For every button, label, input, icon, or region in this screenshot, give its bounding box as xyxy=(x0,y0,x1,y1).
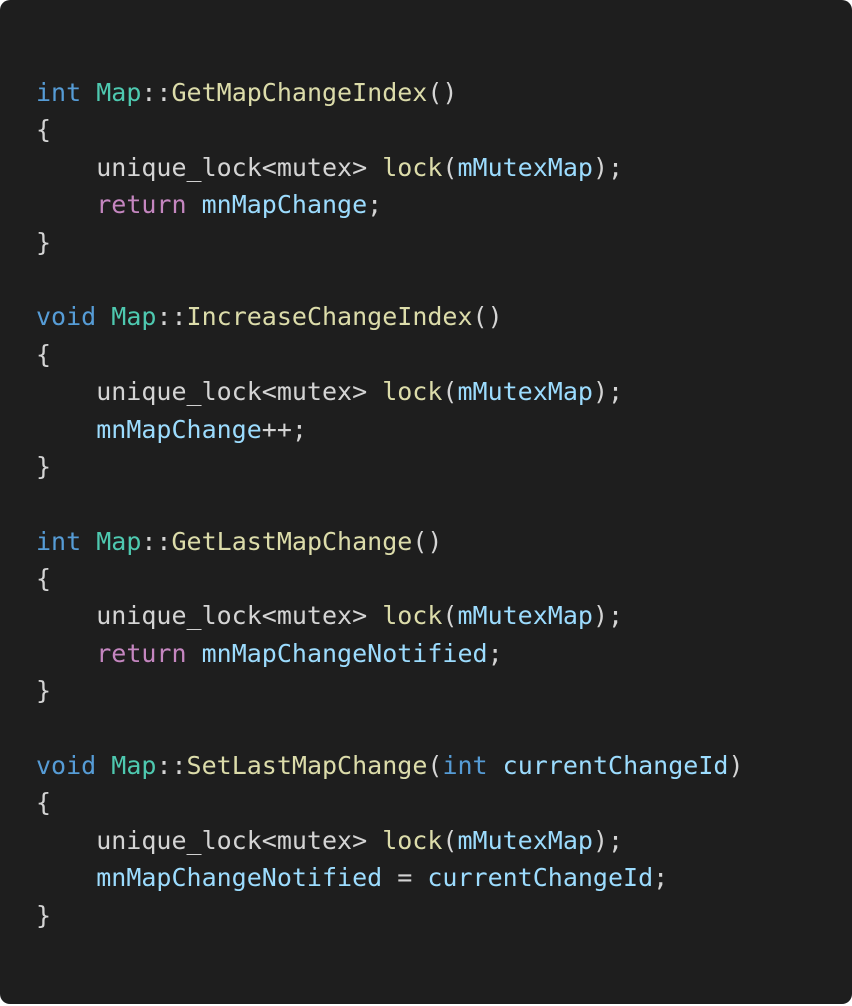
code-token-func: lock xyxy=(382,825,443,855)
code-token-var: mMutexMap xyxy=(457,377,593,407)
code-token-plain: ; xyxy=(653,863,669,893)
code-token-plain: ++; xyxy=(261,414,307,444)
code-token-plain: } xyxy=(36,227,52,257)
code-token-type: Map xyxy=(111,751,157,781)
code-token-func: IncreaseChangeIndex xyxy=(186,302,473,332)
code-token-func: lock xyxy=(382,152,443,182)
code-token-var: currentChangeId xyxy=(427,863,654,893)
code-token-var: mMutexMap xyxy=(457,152,593,182)
code-line: } xyxy=(36,897,852,934)
code-line: { xyxy=(36,336,852,373)
code-token-var: mnMapChange xyxy=(96,414,262,444)
code-token-var: currentChangeId xyxy=(502,751,729,781)
code-line: mnMapChange++; xyxy=(36,411,852,448)
code-line: int Map::GetMapChangeIndex() xyxy=(36,74,852,111)
code-token-plain: } xyxy=(36,676,52,706)
code-line: return mnMapChange; xyxy=(36,186,852,223)
code-line: } xyxy=(36,672,852,709)
code-line: return mnMapChangeNotified; xyxy=(36,635,852,672)
code-token-plain: ); xyxy=(592,825,624,855)
code-token-plain: { xyxy=(36,115,52,145)
code-token-plain: ( xyxy=(427,751,443,781)
code-token-plain: :: xyxy=(141,526,172,556)
code-token-var: mMutexMap xyxy=(457,601,593,631)
code-token-plain: ); xyxy=(592,377,624,407)
code-token-func: GetMapChangeIndex xyxy=(171,78,428,107)
code-token-plain: { xyxy=(36,339,52,369)
code-token-plain: } xyxy=(36,451,52,481)
code-line: { xyxy=(36,111,852,148)
code-token-keyword: int xyxy=(36,526,82,556)
code-token-plain: unique_lock<mutex> xyxy=(36,377,383,407)
code-token-plain: = xyxy=(382,863,428,893)
code-token-control: return xyxy=(96,638,187,668)
code-line: void Map::SetLastMapChange(int currentCh… xyxy=(36,747,852,784)
code-token-type: Map xyxy=(111,302,157,332)
code-token-var: mnMapChange xyxy=(201,190,368,220)
code-line: unique_lock<mutex> lock(mMutexMap); xyxy=(36,149,852,186)
code-token-plain: () xyxy=(427,78,458,107)
code-token-plain: ); xyxy=(592,152,624,182)
code-token-control: return xyxy=(96,190,187,220)
code-token-plain: ( xyxy=(442,152,458,182)
code-line: mnMapChangeNotified = currentChangeId; xyxy=(36,859,852,896)
code-line: { xyxy=(36,784,852,821)
code-token-plain: unique_lock<mutex> xyxy=(36,601,383,631)
code-token-keyword: int xyxy=(36,78,82,107)
code-token-func: GetLastMapChange xyxy=(171,526,413,556)
code-token-func: lock xyxy=(382,601,443,631)
code-line: } xyxy=(36,448,852,485)
code-line: unique_lock<mutex> lock(mMutexMap); xyxy=(36,373,852,410)
code-token-plain: unique_lock<mutex> xyxy=(36,152,383,182)
code-token-plain: () xyxy=(412,526,443,556)
code-token-plain: ) xyxy=(728,751,744,781)
code-token-plain: ( xyxy=(442,825,458,855)
code-token-plain: :: xyxy=(156,751,187,781)
code-line: int Map::GetLastMapChange() xyxy=(36,523,852,560)
code-token-keyword: void xyxy=(36,302,97,332)
code-token-plain: ( xyxy=(442,377,458,407)
code-line: unique_lock<mutex> lock(mMutexMap); xyxy=(36,822,852,859)
code-token-var: mnMapChangeNotified xyxy=(96,863,383,893)
code-token-func: lock xyxy=(382,377,443,407)
code-line: void Map::IncreaseChangeIndex() xyxy=(36,298,852,335)
code-listing: int Map::GetMapChangeIndex(){ unique_loc… xyxy=(36,74,852,934)
code-line: { xyxy=(36,560,852,597)
code-token-plain: } xyxy=(36,900,52,930)
code-block: int Map::GetMapChangeIndex(){ unique_loc… xyxy=(0,0,852,1004)
code-token-type: Map xyxy=(96,526,142,556)
code-token-plain: { xyxy=(36,564,52,594)
code-token-type: Map xyxy=(96,78,142,107)
code-token-plain: ( xyxy=(442,601,458,631)
code-token-plain: :: xyxy=(156,302,187,332)
code-token-var: mMutexMap xyxy=(457,825,593,855)
code-line: } xyxy=(36,224,852,261)
code-token-plain: ; xyxy=(487,638,503,668)
code-token-plain: unique_lock<mutex> xyxy=(36,825,383,855)
code-token-var: mnMapChangeNotified xyxy=(201,638,488,668)
code-token-plain: { xyxy=(36,788,52,818)
code-token-keyword: int xyxy=(442,751,488,781)
code-token-plain: ); xyxy=(592,601,624,631)
code-line: unique_lock<mutex> lock(mMutexMap); xyxy=(36,597,852,634)
code-token-func: SetLastMapChange xyxy=(186,751,428,781)
code-token-plain: ; xyxy=(367,190,383,220)
code-token-plain: :: xyxy=(141,78,172,107)
code-token-keyword: void xyxy=(36,751,97,781)
code-token-plain: () xyxy=(472,302,503,332)
